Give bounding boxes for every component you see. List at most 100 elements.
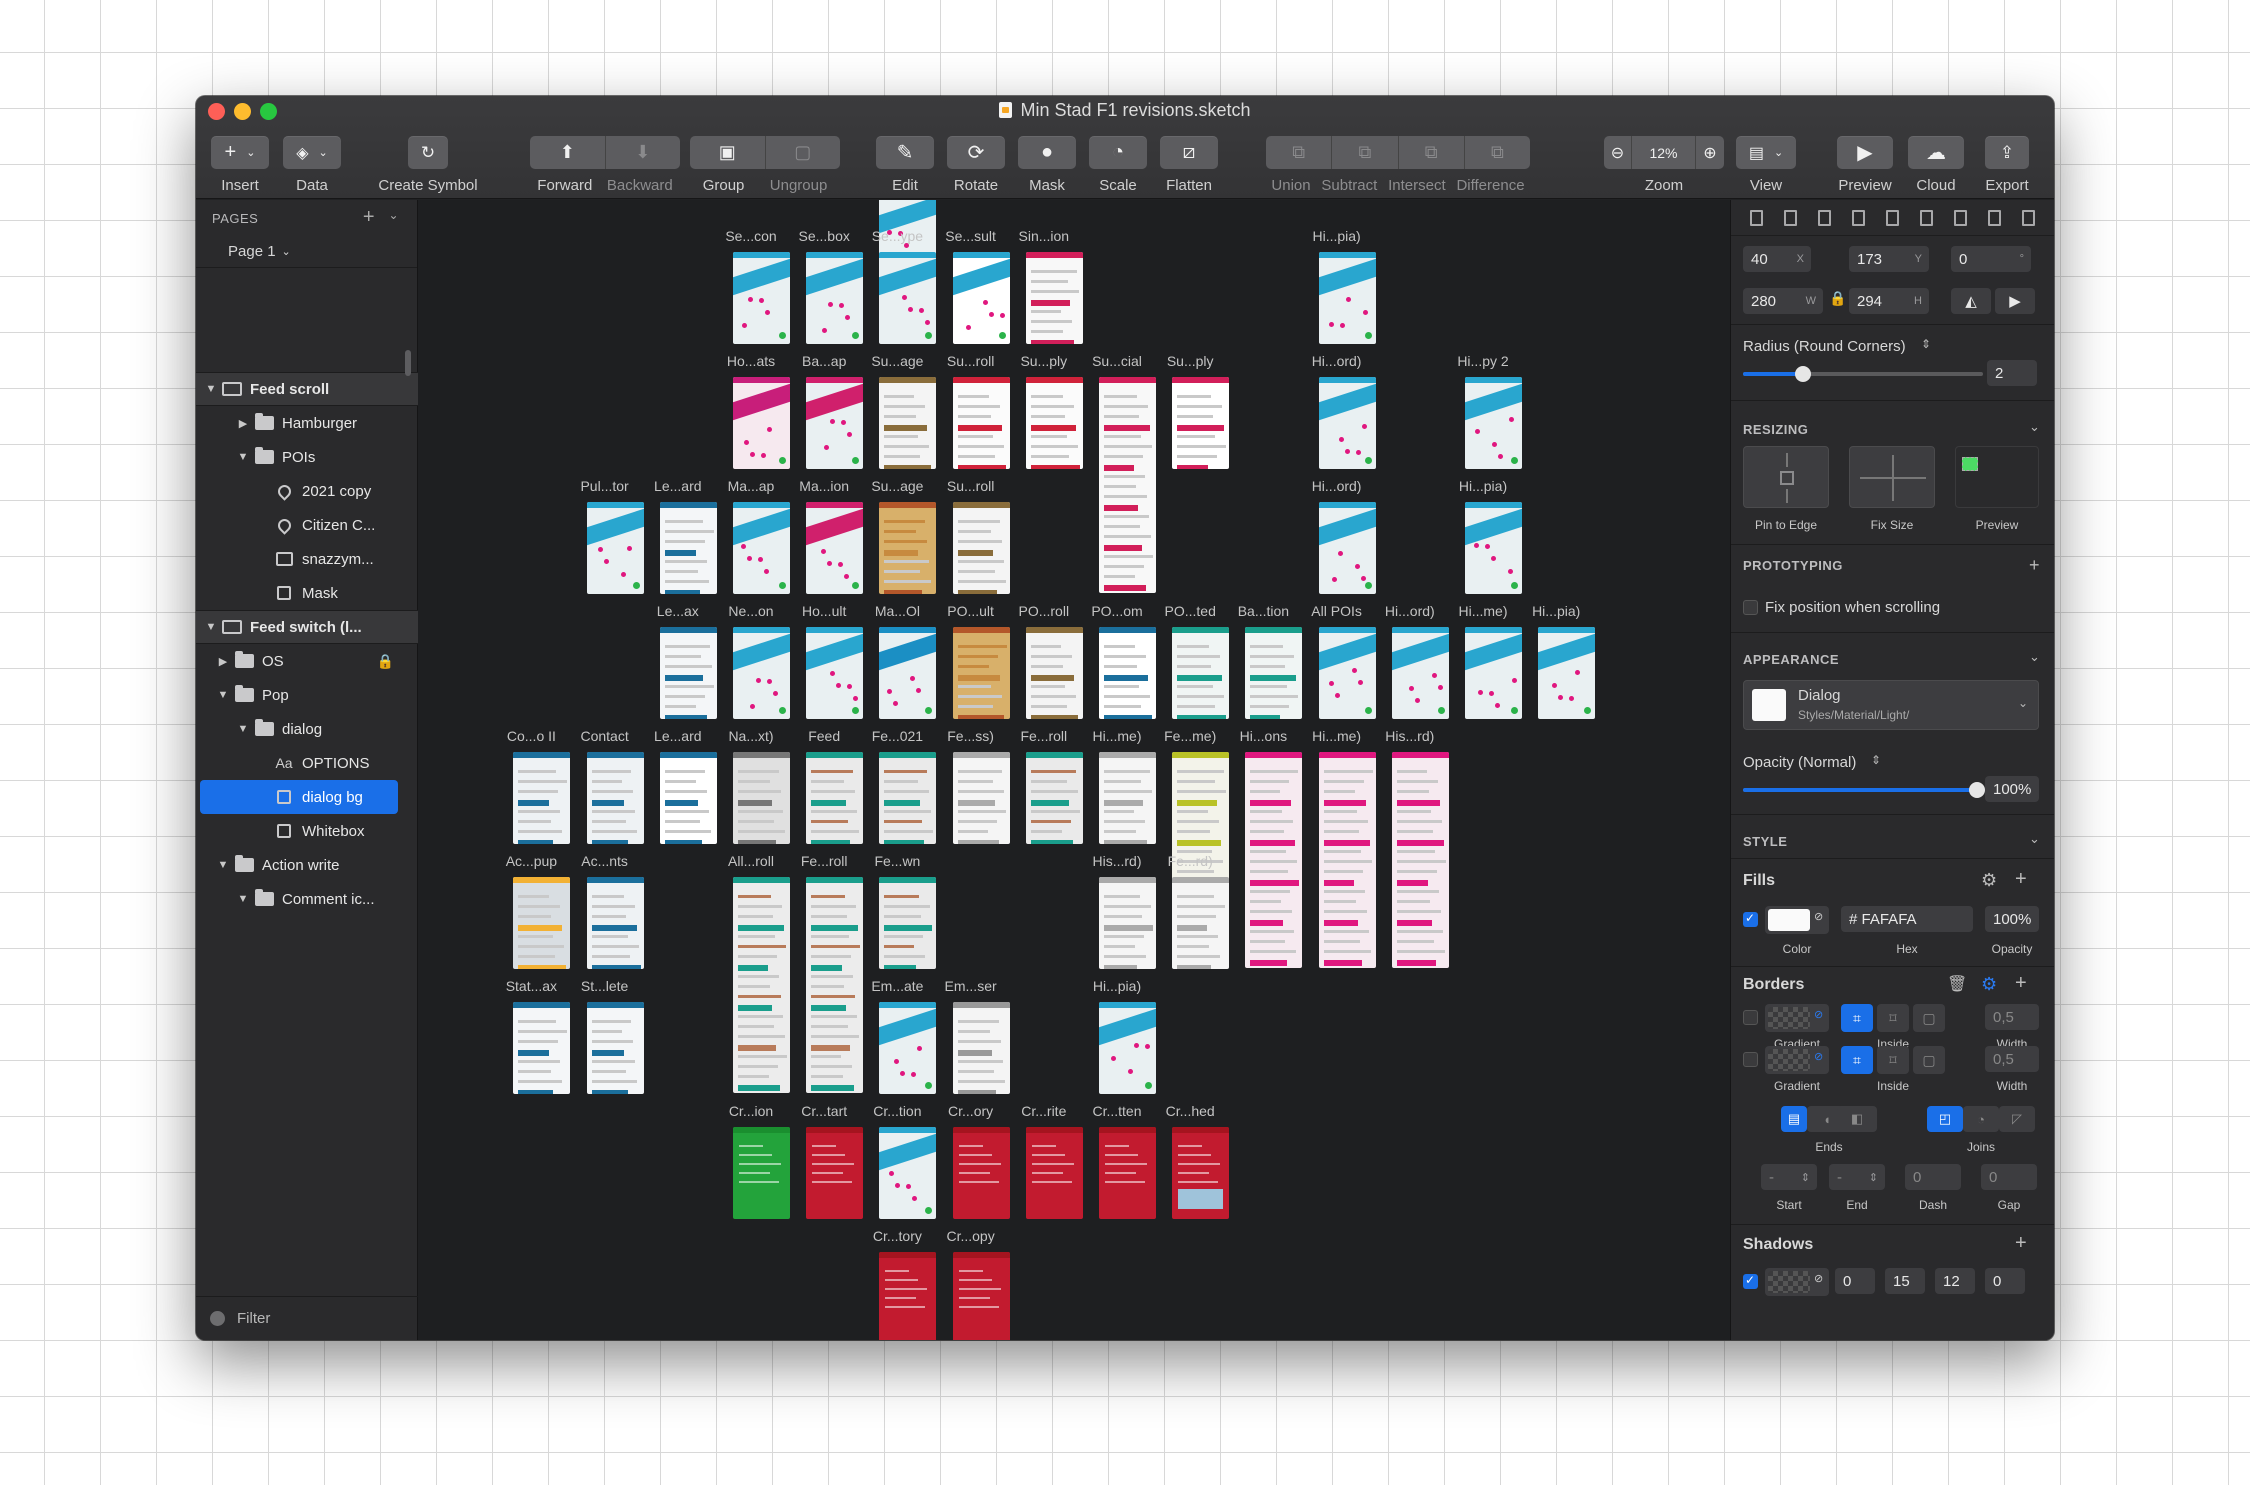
disclosure-open-icon[interactable]: ▼ — [204, 621, 218, 633]
artboard-thumbnail[interactable] — [1172, 377, 1230, 469]
artboard-title[interactable]: Fe...wn — [857, 853, 937, 869]
chevron-down-icon[interactable]: ⌄ — [2029, 831, 2040, 847]
radius-slider[interactable] — [1743, 366, 1983, 382]
layer-scrollbar[interactable] — [405, 350, 411, 376]
radius-mode-icon[interactable]: ⇕ — [1921, 337, 1931, 351]
artboard-title[interactable]: Fe...021 — [857, 728, 937, 744]
distribute-icon[interactable] — [1817, 209, 1831, 226]
artboard-title[interactable]: Fe...roll — [784, 853, 864, 869]
artboard-title[interactable]: Le...ard — [638, 478, 718, 494]
layer-row[interactable]: ▼ dialog — [196, 712, 418, 746]
artboard-thumbnail[interactable] — [1391, 627, 1449, 719]
disclosure-open-icon[interactable]: ▼ — [216, 859, 230, 871]
artboard-title[interactable]: Co...o II — [491, 728, 571, 744]
fix-size-control[interactable] — [1849, 446, 1935, 508]
disclosure-open-icon[interactable]: ▼ — [204, 383, 218, 395]
artboard-title[interactable]: Ho...ult — [784, 603, 864, 619]
artboard-thumbnail[interactable] — [806, 752, 864, 844]
artboard-thumbnail[interactable] — [1318, 627, 1376, 719]
radius-slider-knob[interactable] — [1795, 366, 1811, 382]
collapse-pages-icon[interactable]: ⌄ — [388, 208, 399, 222]
border-outside-icon[interactable]: ▢ — [1913, 1004, 1945, 1032]
preview-button[interactable]: ▶ Preview — [1836, 136, 1894, 194]
artboard-thumbnail[interactable] — [1099, 877, 1156, 969]
artboard-thumbnail[interactable] — [733, 1127, 790, 1219]
add-page-icon[interactable]: + — [363, 206, 375, 229]
export-button[interactable]: ⇪ Export — [1978, 136, 2036, 194]
artboard-title[interactable]: Feed — [784, 728, 864, 744]
border-settings-gear-icon[interactable]: ⚙ — [1981, 974, 1997, 995]
artboard-title[interactable]: Hi...ord) — [1297, 478, 1377, 494]
artboard-title[interactable]: Hi...ord) — [1297, 353, 1377, 369]
artboard-title[interactable]: Cr...opy — [931, 1228, 1011, 1244]
artboard-title[interactable]: Se...sult — [931, 228, 1011, 244]
layer-row[interactable]: ▼ Pop — [196, 678, 418, 712]
artboard-title[interactable]: Cr...ion — [711, 1103, 791, 1119]
artboard-title[interactable]: Fe...me) — [1150, 728, 1230, 744]
artboard-title[interactable]: Ac...pup — [491, 853, 571, 869]
delete-border-trash-icon[interactable]: 🗑 — [1947, 974, 1967, 994]
artboard-thumbnail[interactable] — [1465, 377, 1522, 469]
pin-to-edge-control[interactable] — [1743, 446, 1829, 508]
forward-icon[interactable]: ⬆ — [530, 136, 606, 169]
artboard-title[interactable]: Pul...tor — [565, 478, 645, 494]
artboard-thumbnail[interactable] — [879, 1252, 937, 1340]
artboard-title[interactable]: Ne...on — [711, 603, 791, 619]
shadow-y-field[interactable]: 15 — [1885, 1268, 1925, 1294]
fix-position-checkbox[interactable] — [1743, 600, 1758, 615]
artboard-thumbnail[interactable] — [733, 627, 790, 719]
artboard-title[interactable]: Fe...ss) — [931, 728, 1011, 744]
union-icon[interactable]: ⧉ — [1266, 136, 1333, 169]
layer-filter[interactable]: Filter — [196, 1296, 418, 1340]
artboard-thumbnail[interactable] — [586, 502, 644, 594]
align-bottom-icon[interactable] — [1920, 209, 1934, 226]
artboard-thumbnail[interactable] — [879, 752, 937, 844]
zoom-out-icon[interactable]: ⊖ — [1604, 136, 1632, 169]
canvas[interactable]: Se...con Se...box Se...ype Se...sult Sin...i… — [418, 200, 1730, 1340]
insert-button[interactable]: + ⌄ Insert — [208, 136, 272, 194]
artboard-thumbnail[interactable] — [879, 502, 937, 594]
artboard-thumbnail[interactable] — [952, 502, 1010, 594]
fill-settings-gear-icon[interactable]: ⚙ — [1981, 870, 1997, 891]
artboard-thumbnail[interactable] — [1245, 752, 1303, 968]
artboard-title[interactable]: Le...ax — [638, 603, 718, 619]
layer-row[interactable]: ▼ Comment ic... — [196, 882, 418, 912]
artboard-title[interactable]: Se...box — [784, 228, 864, 244]
artboard-layer[interactable]: ▼ Feed switch (l... — [196, 610, 418, 644]
artboard-title[interactable]: Cr...ory — [931, 1103, 1011, 1119]
artboard-thumbnail[interactable] — [1172, 877, 1230, 969]
artboard-thumbnail[interactable] — [733, 377, 790, 469]
fill-opacity-field[interactable]: 100% — [1985, 906, 2039, 932]
shadow-blur-field[interactable]: 12 — [1935, 1268, 1975, 1294]
artboard-title[interactable]: Su...roll — [931, 478, 1011, 494]
artboard-title[interactable]: PO...om — [1077, 603, 1157, 619]
artboard-title[interactable]: Fe...roll — [1004, 728, 1084, 744]
artboard-thumbnail[interactable] — [1318, 252, 1376, 344]
artboard-title[interactable]: Ma...ap — [711, 478, 791, 494]
align-left-icon[interactable] — [1749, 209, 1763, 226]
flip-horizontal-icon[interactable]: ◭ — [1951, 288, 1991, 314]
disclosure-closed-icon[interactable]: ▶ — [216, 655, 230, 668]
add-prototype-icon[interactable]: + — [2029, 555, 2040, 576]
disclosure-closed-icon[interactable]: ▶ — [236, 417, 250, 430]
artboard-thumbnail[interactable] — [1099, 377, 1156, 593]
artboard-thumbnail[interactable] — [1538, 627, 1596, 719]
artboard-thumbnail[interactable] — [659, 627, 717, 719]
artboard-title[interactable]: His...rd) — [1370, 728, 1450, 744]
artboard-title[interactable]: Cr...hed — [1150, 1103, 1230, 1119]
layer-row[interactable]: Whitebox — [196, 814, 418, 848]
align-right-icon[interactable] — [1954, 209, 1968, 226]
scale-button[interactable]: ◔ Scale — [1089, 136, 1147, 194]
butt-end-icon[interactable]: ▤ — [1781, 1106, 1807, 1132]
shadow-enabled-checkbox[interactable] — [1743, 1273, 1758, 1289]
disclosure-open-icon[interactable]: ▼ — [236, 893, 250, 905]
disclosure-open-icon[interactable]: ▼ — [236, 451, 250, 463]
group-icon[interactable]: ▣ — [690, 136, 766, 169]
artboard-title[interactable]: Ho...ats — [711, 353, 791, 369]
border-color-swatch[interactable]: ⊘ — [1765, 1046, 1829, 1074]
artboard-thumbnail[interactable] — [513, 1002, 571, 1094]
artboard-title[interactable]: Hi...ons — [1223, 728, 1303, 744]
lock-icon[interactable]: 🔒 — [377, 653, 394, 670]
ungroup-icon[interactable]: ▢ — [766, 136, 841, 169]
border-width-field[interactable]: 0,5 — [1985, 1004, 2039, 1030]
